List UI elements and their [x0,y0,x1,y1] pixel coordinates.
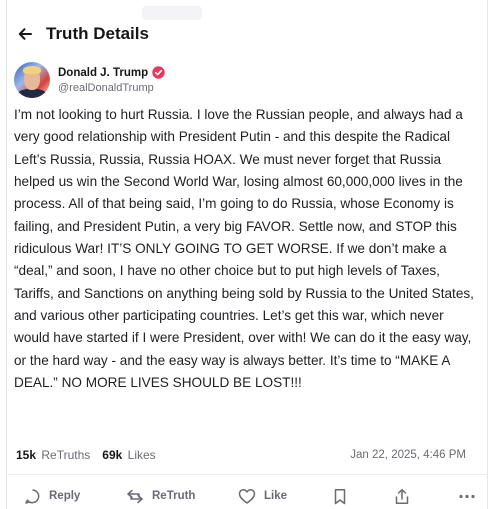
author-handle[interactable]: @realDonaldTrump [58,82,165,94]
post-timestamp: Jan 22, 2025, 4:46 PM [350,449,466,461]
arrow-left-icon[interactable] [16,25,34,43]
retruth-button[interactable]: ReTruth [126,488,195,505]
like-icon [238,488,256,504]
likes-label: Likes [127,448,156,462]
reply-icon [25,488,40,504]
author-text: Donald J. Trump @realDonaldTrump [58,66,165,94]
action-bar: Reply ReTruth Like [16,482,478,509]
verified-badge-icon [152,66,165,79]
reply-label: Reply [49,490,81,502]
likes-count: 69k [102,448,123,462]
like-button[interactable]: Like [238,488,287,505]
post-author: Donald J. Trump @realDonaldTrump [14,62,165,98]
author-name[interactable]: Donald J. Trump [58,67,148,79]
retruths-label: ReTruths [41,448,91,462]
retruth-icon [127,489,143,503]
faint-header-remnant [142,6,202,20]
post-stats: 15k ReTruths 69k Likes Jan 22, 2025, 4:4… [16,448,478,462]
share-button[interactable] [394,488,418,505]
bookmark-button[interactable] [332,488,356,505]
share-icon [395,488,409,504]
avatar[interactable] [14,62,50,98]
like-label: Like [264,490,288,502]
post-text: I’m not looking to hurt Russia. I love t… [14,107,474,391]
reply-button[interactable]: Reply [24,488,80,505]
more-button[interactable] [458,488,484,505]
retruth-label: ReTruth [152,490,196,502]
page-header: Truth Details [16,22,149,46]
author-name-row: Donald J. Trump [58,66,165,79]
divider [6,474,488,475]
more-icon [459,494,475,498]
bookmark-icon [334,488,346,504]
retruths-stat[interactable]: 15k ReTruths [16,448,90,462]
likes-stat[interactable]: 69k Likes [102,448,155,462]
retruths-count: 15k [16,448,37,462]
page-title: Truth Details [46,24,149,43]
